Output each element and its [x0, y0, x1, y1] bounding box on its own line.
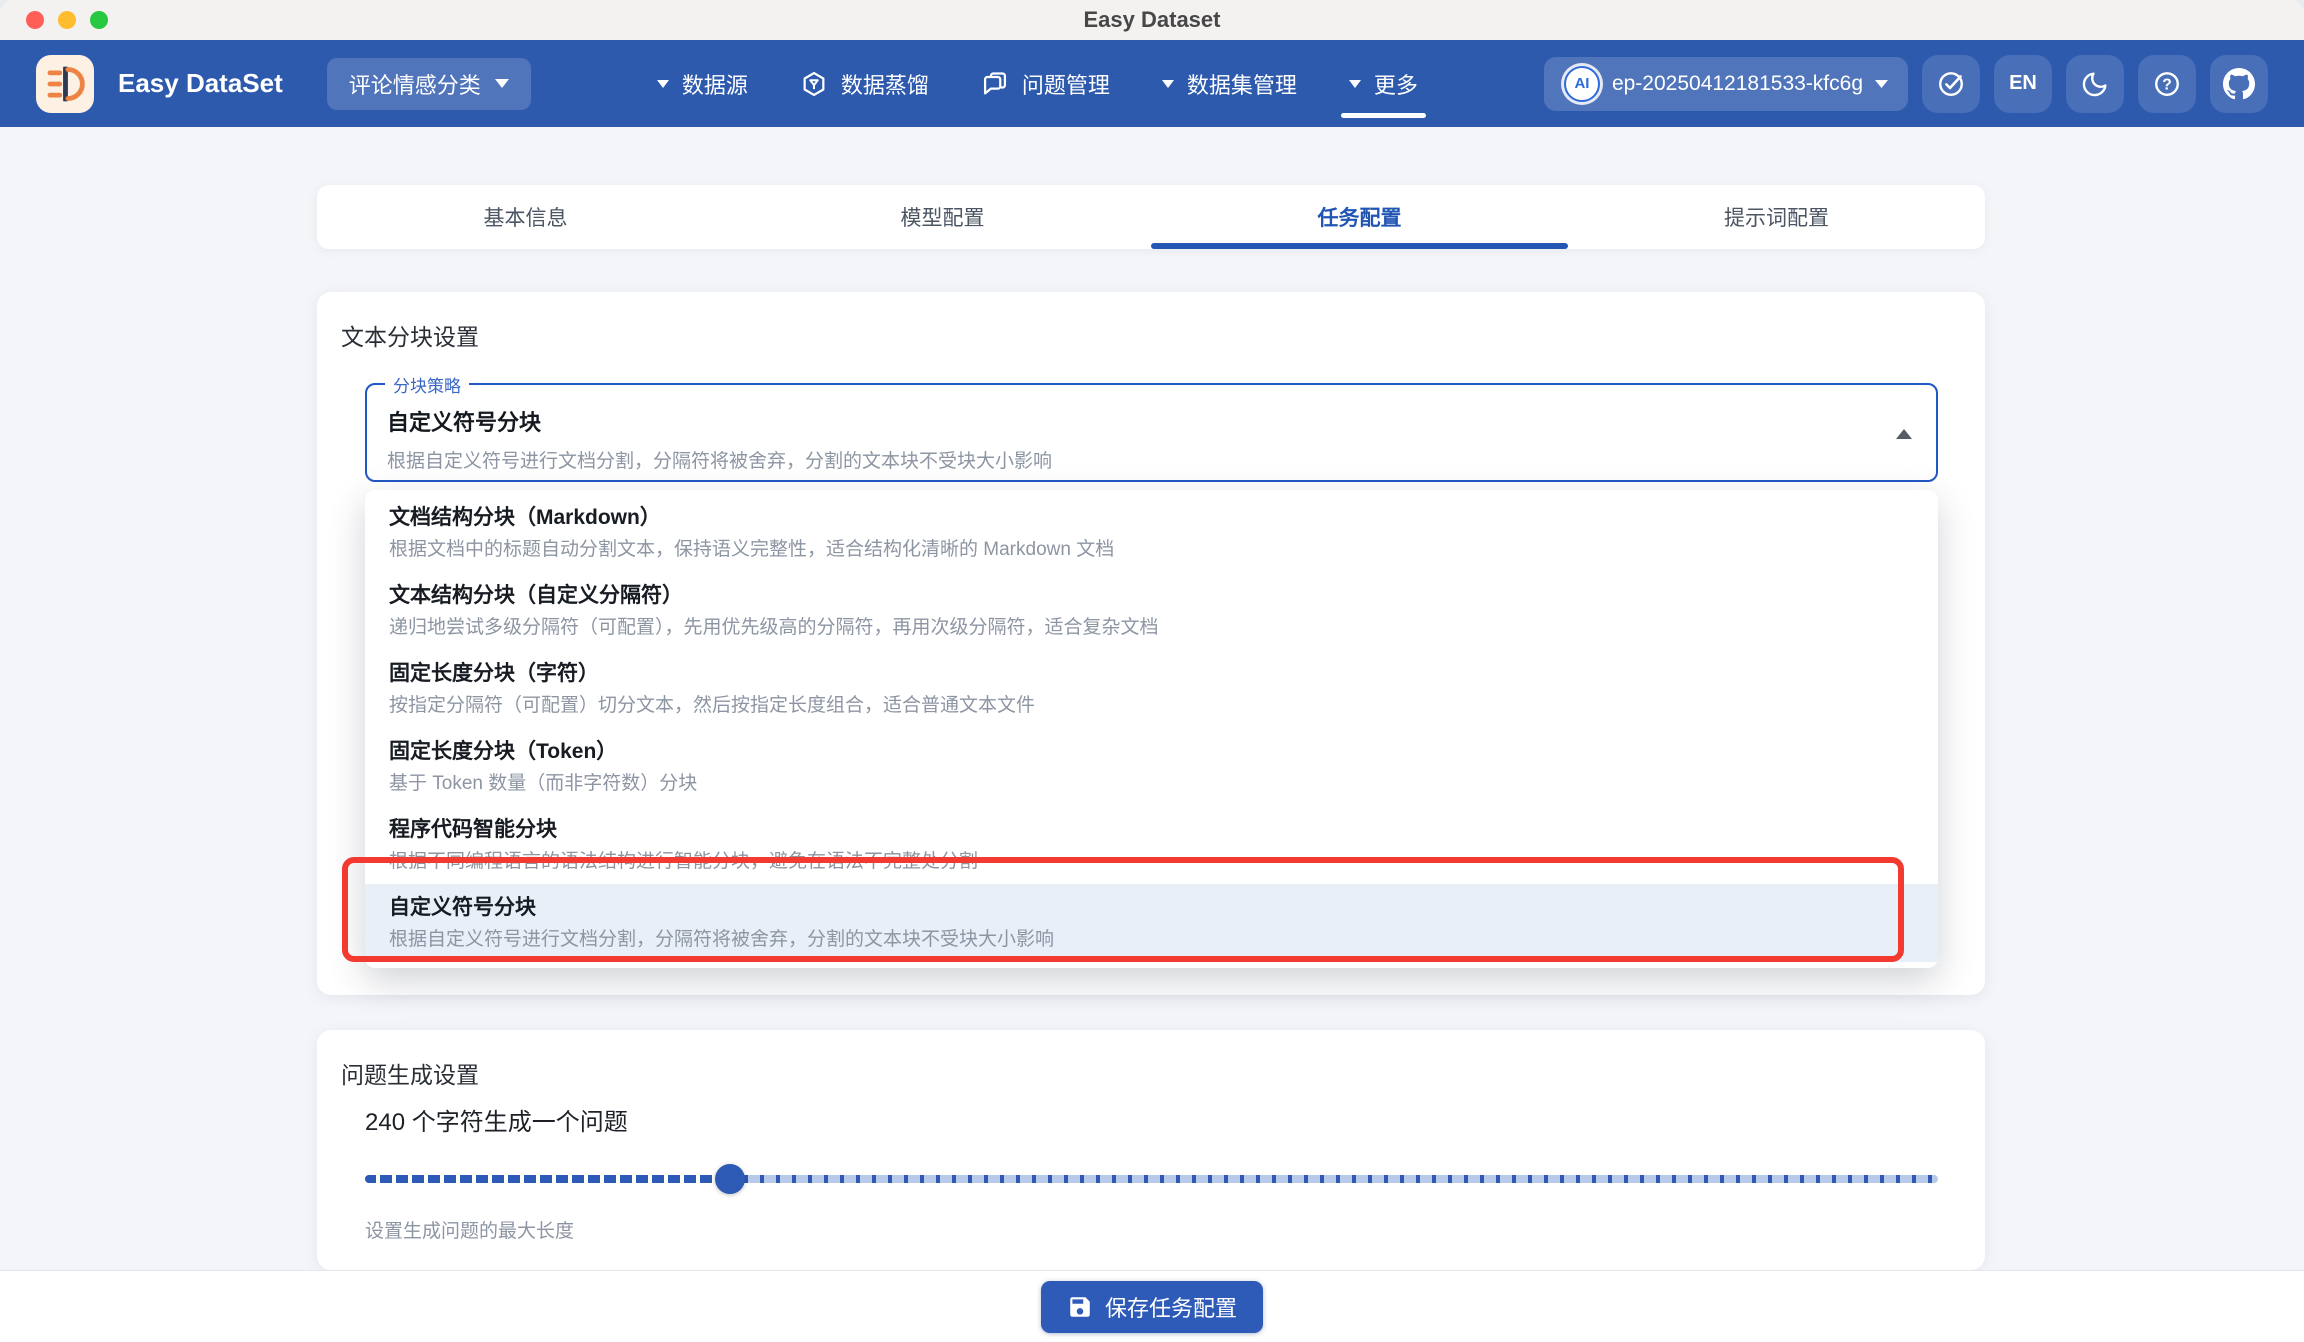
tab-task-config[interactable]: 任务配置	[1151, 185, 1568, 249]
project-selector[interactable]: 评论情感分类	[327, 58, 531, 110]
easy-dataset-logo-icon	[36, 54, 94, 114]
slider-value-label: 240 个字符生成一个问题	[365, 1102, 628, 1137]
github-icon	[2223, 68, 2255, 100]
dropdown-option-code[interactable]: 程序代码智能分块 根据不同编程语言的语法结构进行智能分块，避免在语法不完整处分割	[365, 806, 1938, 884]
nav-item-datasource[interactable]: 数据源	[657, 68, 748, 100]
option-description: 根据自定义符号进行文档分割，分隔符将被舍弃，分割的文本块不受块大小影响	[389, 927, 1914, 952]
help-icon: ?	[2152, 69, 2182, 99]
model-selector[interactable]: AI ep-20250412181533-kfc6g	[1544, 57, 1908, 111]
nav-menu: 数据源 数据蒸馏 问题管理 数据集管理	[657, 68, 1418, 100]
nav-item-distill[interactable]: 数据蒸馏	[800, 68, 929, 100]
dropdown-option-fixed-char[interactable]: 固定长度分块（字符） 按指定分隔符（可配置）切分文本，然后按指定长度组合，适合普…	[365, 650, 1938, 728]
tab-label: 任务配置	[1318, 202, 1402, 232]
save-task-config-button[interactable]: 保存任务配置	[1041, 1281, 1263, 1333]
chunk-strategy-select[interactable]: 分块策略 自定义符号分块 根据自定义符号进行文档分割，分隔符将被舍弃，分割的文本…	[365, 383, 1938, 482]
option-description: 递归地尝试多级分隔符（可配置），先用优先级高的分隔符，再用次级分隔符，适合复杂文…	[389, 615, 1914, 640]
app-window: Easy Dataset Easy DataSet 评论情感分类 数据源	[0, 0, 2304, 1342]
option-title: 固定长度分块（Token）	[389, 738, 1914, 765]
page-content: 基本信息 模型配置 任务配置 提示词配置 文本分块设置 分块策略 自定义符号分块…	[0, 127, 2304, 1342]
option-title: 程序代码智能分块	[389, 816, 1914, 843]
nav-item-label: 数据源	[682, 68, 748, 100]
dropdown-option-custom-symbol[interactable]: 自定义符号分块 根据自定义符号进行文档分割，分隔符将被舍弃，分割的文本块不受块大…	[365, 884, 1938, 962]
caret-down-icon	[1162, 80, 1174, 88]
ai-model-badge-icon: AI	[1564, 66, 1600, 102]
active-tab-underline	[1151, 243, 1568, 249]
tab-label: 提示词配置	[1724, 202, 1829, 232]
help-glyph: ?	[2162, 76, 2172, 93]
nav-item-label: 更多	[1374, 68, 1418, 100]
active-nav-underline	[1341, 113, 1426, 118]
tab-label: 模型配置	[901, 202, 985, 232]
option-title: 文档结构分块（Markdown）	[389, 504, 1914, 531]
zoom-window-button[interactable]	[90, 11, 108, 29]
caret-down-icon	[1349, 80, 1361, 88]
project-selector-label: 评论情感分类	[349, 68, 481, 100]
tab-label: 基本信息	[484, 202, 568, 232]
option-description: 根据不同编程语言的语法结构进行智能分块，避免在语法不完整处分割	[389, 849, 1914, 874]
language-label: EN	[2009, 72, 2037, 95]
check-circle-icon	[1936, 69, 1966, 99]
slider-thumb[interactable]	[715, 1164, 745, 1194]
minimize-window-button[interactable]	[58, 11, 76, 29]
nav-item-label: 数据蒸馏	[841, 68, 929, 100]
option-title: 自定义符号分块	[389, 894, 1914, 921]
question-generation-card: 问题生成设置 240 个字符生成一个问题 设置生成问题的最大长度	[317, 1030, 1985, 1270]
select-description: 根据自定义符号进行文档分割，分隔符将被舍弃，分割的文本块不受块大小影响	[387, 446, 1866, 473]
settings-tab-bar: 基本信息 模型配置 任务配置 提示词配置	[317, 185, 1985, 249]
footer-bar: 保存任务配置	[0, 1270, 2304, 1342]
nav-item-more[interactable]: 更多	[1349, 68, 1418, 100]
macos-titlebar: Easy Dataset	[0, 0, 2304, 40]
select-value: 自定义符号分块	[387, 405, 1866, 437]
question-length-slider[interactable]	[365, 1164, 1938, 1194]
dropdown-option-markdown[interactable]: 文档结构分块（Markdown） 根据文档中的标题自动分割文本，保持语义完整性，…	[365, 494, 1938, 572]
dropdown-option-text-structure[interactable]: 文本结构分块（自定义分隔符） 递归地尝试多级分隔符（可配置），先用优先级高的分隔…	[365, 572, 1938, 650]
language-toggle-button[interactable]: EN	[1994, 55, 2052, 113]
nav-item-questions[interactable]: 问题管理	[981, 68, 1110, 100]
nav-item-label: 问题管理	[1022, 68, 1110, 100]
github-button[interactable]	[2210, 55, 2268, 113]
caret-down-icon	[1875, 80, 1888, 88]
save-icon	[1067, 1294, 1093, 1320]
close-window-button[interactable]	[26, 11, 44, 29]
chat-icon	[981, 70, 1009, 98]
caret-down-icon	[657, 80, 669, 88]
section-title: 文本分块设置	[341, 318, 479, 352]
distill-hexagon-icon	[800, 70, 828, 98]
chunk-strategy-dropdown: 文档结构分块（Markdown） 根据文档中的标题自动分割文本，保持语义完整性，…	[365, 490, 1938, 968]
slider-fill	[365, 1175, 730, 1183]
task-status-button[interactable]	[1922, 55, 1980, 113]
moon-icon	[2080, 69, 2110, 99]
dropdown-option-fixed-token[interactable]: 固定长度分块（Token） 基于 Token 数量（而非字符数）分块	[365, 728, 1938, 806]
save-button-label: 保存任务配置	[1105, 1291, 1237, 1323]
option-description: 基于 Token 数量（而非字符数）分块	[389, 771, 1914, 796]
nav-item-label: 数据集管理	[1187, 68, 1297, 100]
section-title: 问题生成设置	[341, 1056, 479, 1090]
tab-model-config[interactable]: 模型配置	[734, 185, 1151, 249]
option-description: 根据文档中的标题自动分割文本，保持语义完整性，适合结构化清晰的 Markdown…	[389, 537, 1914, 562]
option-title: 文本结构分块（自定义分隔符）	[389, 582, 1914, 609]
option-description: 按指定分隔符（可配置）切分文本，然后按指定长度组合，适合普通文本文件	[389, 693, 1914, 718]
dark-mode-button[interactable]	[2066, 55, 2124, 113]
brand-name: Easy DataSet	[118, 68, 283, 99]
collapse-arrow-icon[interactable]	[1896, 429, 1912, 439]
nav-item-datasets[interactable]: 数据集管理	[1162, 68, 1297, 100]
window-title: Easy Dataset	[1084, 7, 1221, 33]
model-selector-label: ep-20250412181533-kfc6g	[1612, 72, 1863, 96]
navbar-right-cluster: AI ep-20250412181533-kfc6g EN	[1544, 55, 2268, 113]
tab-basic-info[interactable]: 基本信息	[317, 185, 734, 249]
app-logo[interactable]	[36, 55, 94, 113]
tab-prompt-config[interactable]: 提示词配置	[1568, 185, 1985, 249]
caret-down-icon	[495, 79, 509, 88]
option-title: 固定长度分块（字符）	[389, 660, 1914, 687]
text-chunk-settings-card: 文本分块设置 分块策略 自定义符号分块 根据自定义符号进行文档分割，分隔符将被舍…	[317, 292, 1985, 995]
slider-caption: 设置生成问题的最大长度	[365, 1216, 574, 1243]
help-button[interactable]: ?	[2138, 55, 2196, 113]
top-navbar: Easy DataSet 评论情感分类 数据源 数据蒸馏	[0, 40, 2304, 127]
select-label: 分块策略	[385, 372, 469, 397]
